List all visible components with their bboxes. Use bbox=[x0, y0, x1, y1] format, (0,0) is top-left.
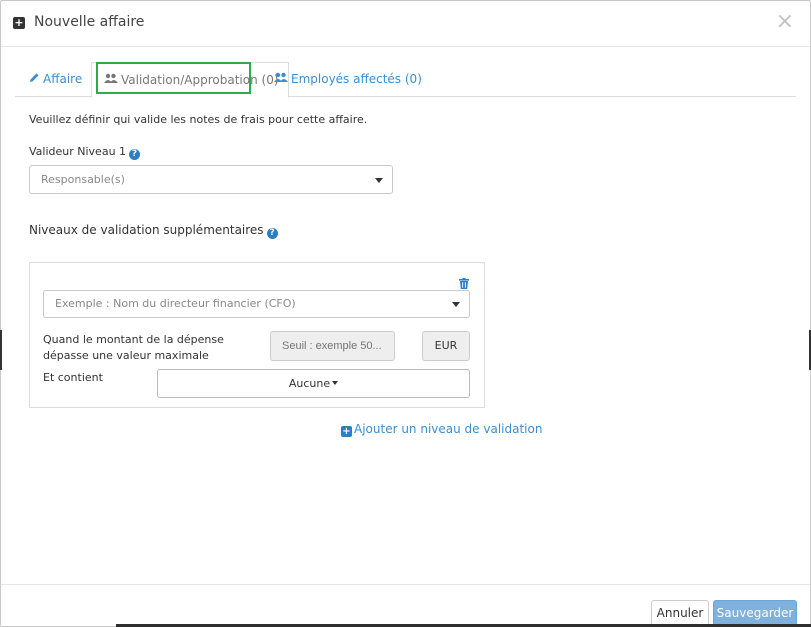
tab-employes-label: Employés affectés (0) bbox=[291, 72, 422, 86]
tab-bar: Affaire Validation/Approbation (0) Emplo… bbox=[15, 62, 796, 98]
contains-label: Et contient bbox=[43, 371, 103, 384]
validator-level1-text: Valideur Niveau 1 bbox=[29, 145, 127, 158]
contains-dropdown[interactable]: Aucune bbox=[157, 369, 470, 398]
chevron-down-icon bbox=[375, 177, 383, 183]
trash-icon[interactable] bbox=[459, 274, 469, 289]
tab-validation-label: Validation/Approbation (0) bbox=[121, 73, 279, 87]
tab-validation-approbation[interactable]: Validation/Approbation (0) bbox=[91, 62, 289, 98]
modal-title: Nouvelle affaire bbox=[34, 14, 145, 30]
users-icon bbox=[104, 63, 118, 97]
contains-value: Aucune bbox=[288, 377, 331, 390]
cancel-button[interactable]: Annuler bbox=[651, 600, 709, 626]
close-icon[interactable]: × bbox=[776, 11, 794, 33]
validator-level1-value: Responsable(s) bbox=[41, 173, 125, 186]
threshold-input[interactable] bbox=[270, 331, 395, 361]
tab-employes-affectes[interactable]: Employés affectés (0) bbox=[274, 62, 422, 96]
validator-level1-select[interactable]: Responsable(s) bbox=[29, 165, 393, 194]
chevron-down-icon bbox=[332, 381, 339, 385]
help-icon[interactable]: ? bbox=[129, 149, 141, 160]
tab-affaire[interactable]: Affaire bbox=[29, 62, 82, 96]
help-icon[interactable]: ? bbox=[266, 228, 278, 239]
extra-levels-text: Niveaux de validation supplémentaires bbox=[29, 223, 264, 237]
intro-text: Veuillez définir qui valide les notes de… bbox=[29, 113, 368, 126]
currency-button[interactable]: EUR bbox=[422, 331, 470, 361]
approver-placeholder: Exemple : Nom du directeur financier (CF… bbox=[55, 297, 296, 310]
plus-square-icon: + bbox=[13, 16, 25, 29]
modal-header: + Nouvelle affaire × bbox=[1, 1, 810, 47]
users-icon bbox=[274, 62, 288, 96]
threshold-label: Quand le montant de la dépense dépasse u… bbox=[43, 333, 224, 362]
save-button[interactable]: Sauvegarder bbox=[713, 600, 797, 626]
add-validation-level-link[interactable]: + Ajouter un niveau de validation bbox=[341, 422, 542, 437]
tab-affaire-label: Affaire bbox=[43, 72, 83, 86]
pencil-icon bbox=[29, 62, 40, 96]
add-level-label: Ajouter un niveau de validation bbox=[354, 422, 543, 436]
plus-square-icon: + bbox=[341, 426, 352, 437]
validator-level1-label: Valideur Niveau 1? bbox=[29, 145, 141, 160]
background-strip bbox=[0, 330, 2, 370]
extra-levels-label: Niveaux de validation supplémentaires? bbox=[29, 223, 278, 239]
new-business-modal: + Nouvelle affaire × Affaire Validation/… bbox=[0, 0, 811, 627]
chevron-down-icon bbox=[452, 302, 460, 307]
approver-select[interactable]: Exemple : Nom du directeur financier (CF… bbox=[43, 290, 470, 318]
